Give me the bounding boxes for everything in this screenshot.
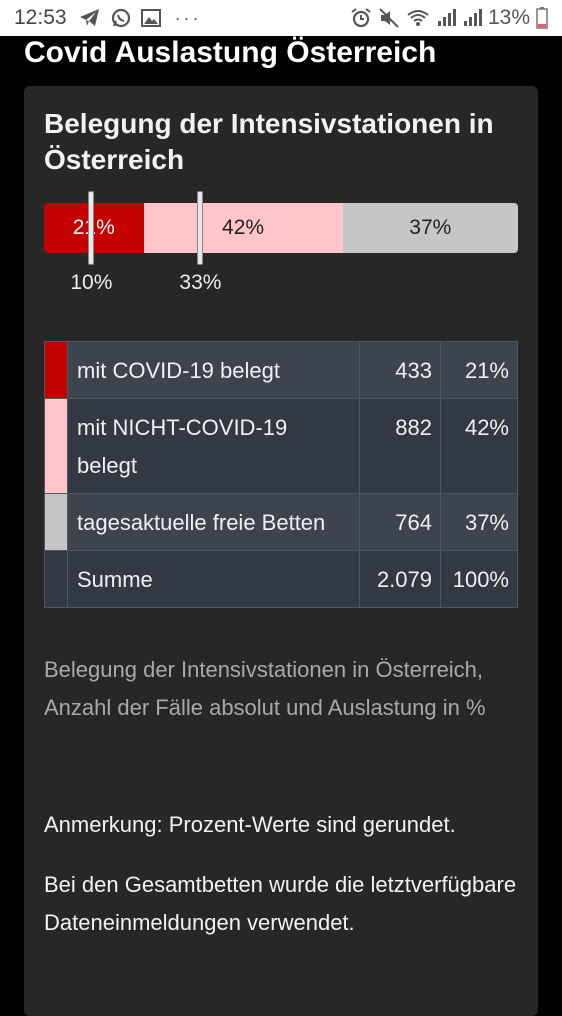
signal-icon — [462, 9, 482, 27]
row-label: Summe — [67, 550, 360, 608]
gallery-icon — [140, 9, 161, 27]
threshold-marker-10 — [88, 191, 95, 265]
whatsapp-icon — [111, 8, 131, 28]
occupancy-stacked-bar: 21% 42% 37% — [44, 203, 518, 253]
threshold-marker-33 — [197, 191, 204, 265]
wifi-icon — [406, 8, 430, 28]
row-percent: 37% — [440, 493, 518, 551]
legend-swatch-empty — [44, 550, 68, 608]
row-percent: 42% — [440, 398, 518, 494]
battery-percent: 13% — [487, 6, 530, 29]
battery-icon — [536, 7, 548, 29]
bar-segment-free: 37% — [342, 203, 518, 253]
page-title: Covid Auslastung Österreich — [24, 36, 437, 69]
threshold-marker-10-label: 10% — [70, 271, 113, 294]
card-title: Belegung der Intensivstationen in Österr… — [44, 108, 494, 175]
legend-swatch-covid — [44, 341, 68, 399]
total-beds-note: Bei den Gesamtbetten wurde die letztverf… — [44, 872, 517, 935]
row-absolute: 2.079 — [359, 550, 441, 608]
row-label: mit COVID-19 belegt — [67, 341, 360, 399]
more-notifications-icon: ··· — [174, 7, 202, 28]
threshold-marker-33-label: 33% — [179, 271, 222, 294]
rounding-note: Anmerkung: Prozent-Werte sind gerundet. — [44, 812, 456, 837]
bar-segment-non-covid: 42% — [143, 203, 343, 253]
row-label: mit NICHT-COVID-19 belegt — [67, 398, 360, 494]
status-bar: 12:53 ··· 13% — [0, 0, 562, 36]
legend-swatch-non-covid — [44, 398, 68, 494]
row-percent: 100% — [440, 550, 518, 608]
occupancy-table: mit COVID-19 belegt 433 21% mit NICHT-CO… — [44, 341, 518, 608]
signal-icon — [436, 9, 456, 27]
row-absolute: 433 — [359, 341, 441, 399]
row-absolute: 882 — [359, 398, 441, 494]
table-caption: Belegung der Intensivstationen in Österr… — [44, 657, 486, 720]
table-row: mit NICHT-COVID-19 belegt 882 42% — [44, 398, 518, 494]
bar-segment-non-covid-label: 42% — [222, 216, 265, 239]
legend-swatch-free — [44, 493, 68, 551]
row-label: tagesaktuelle freie Betten — [67, 493, 360, 551]
mute-icon — [378, 7, 400, 29]
bar-segment-free-label: 37% — [409, 216, 452, 239]
alarm-icon — [350, 7, 372, 29]
table-row: mit COVID-19 belegt 433 21% — [44, 341, 518, 399]
row-absolute: 764 — [359, 493, 441, 551]
icu-occupancy-card: Belegung der Intensivstationen in Österr… — [24, 86, 538, 1016]
status-time: 12:53 — [14, 6, 67, 29]
row-percent: 21% — [440, 341, 518, 399]
telegram-icon — [79, 8, 101, 28]
table-row: tagesaktuelle freie Betten 764 37% — [44, 493, 518, 551]
table-row-sum: Summe 2.079 100% — [44, 550, 518, 608]
